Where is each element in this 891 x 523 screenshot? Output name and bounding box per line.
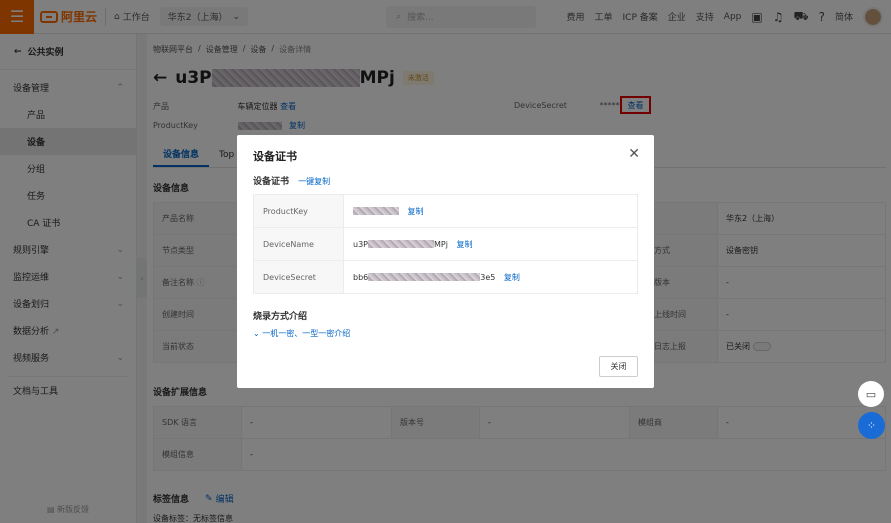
table-row: DeviceName u3P MPj 复制 xyxy=(253,227,638,261)
flash-method-link-label: 一机一密、一型一密介绍 xyxy=(262,329,351,338)
table-row: ProductKey 复制 xyxy=(253,194,638,228)
table-cell-value: bb6 3e5 复制 xyxy=(343,260,638,294)
apps-icon[interactable]: ⁘ xyxy=(858,412,885,439)
cert-table: ProductKey 复制 DeviceName u3P MPj 复制 Devic… xyxy=(253,194,638,294)
flash-method-title: 烧录方式介绍 xyxy=(253,312,308,322)
flash-method-link[interactable]: ⌄ 一机一密、一型一密介绍 xyxy=(253,328,350,339)
redacted-block xyxy=(367,240,434,248)
copy-devicename-link[interactable]: 复制 xyxy=(456,240,472,249)
devicename-suffix: MPj xyxy=(433,239,448,249)
close-icon[interactable]: ✕ xyxy=(628,146,640,162)
table-row: DeviceSecret bb6 3e5 复制 xyxy=(253,260,638,294)
devicesecret-prefix: bb6 xyxy=(353,272,369,282)
chat-icon[interactable]: ▭ xyxy=(858,381,884,407)
table-cell-label: ProductKey xyxy=(253,194,344,228)
cert-section-header: 设备证书 一键复制 xyxy=(253,174,330,187)
cert-section-title: 设备证书 xyxy=(253,177,290,187)
devicename-prefix: u3P xyxy=(353,239,368,249)
copy-all-link[interactable]: 一键复制 xyxy=(298,177,330,186)
close-button[interactable]: 关闭 xyxy=(599,356,638,377)
chevron-down-icon: ⌄ xyxy=(253,329,260,338)
table-cell-value: 复制 xyxy=(343,194,638,228)
copy-devicesecret-link[interactable]: 复制 xyxy=(504,273,520,282)
redacted-block xyxy=(353,207,399,215)
copy-productkey-link[interactable]: 复制 xyxy=(408,207,424,216)
table-cell-label: DeviceSecret xyxy=(253,260,344,294)
table-cell-value: u3P MPj 复制 xyxy=(343,227,638,261)
redacted-block xyxy=(368,273,481,281)
dialog-title: 设备证书 xyxy=(253,150,297,163)
device-certificate-dialog: 设备证书 ✕ 设备证书 一键复制 ProductKey 复制 DeviceNam… xyxy=(237,135,654,388)
table-cell-label: DeviceName xyxy=(253,227,344,261)
devicesecret-suffix: 3e5 xyxy=(480,272,496,282)
